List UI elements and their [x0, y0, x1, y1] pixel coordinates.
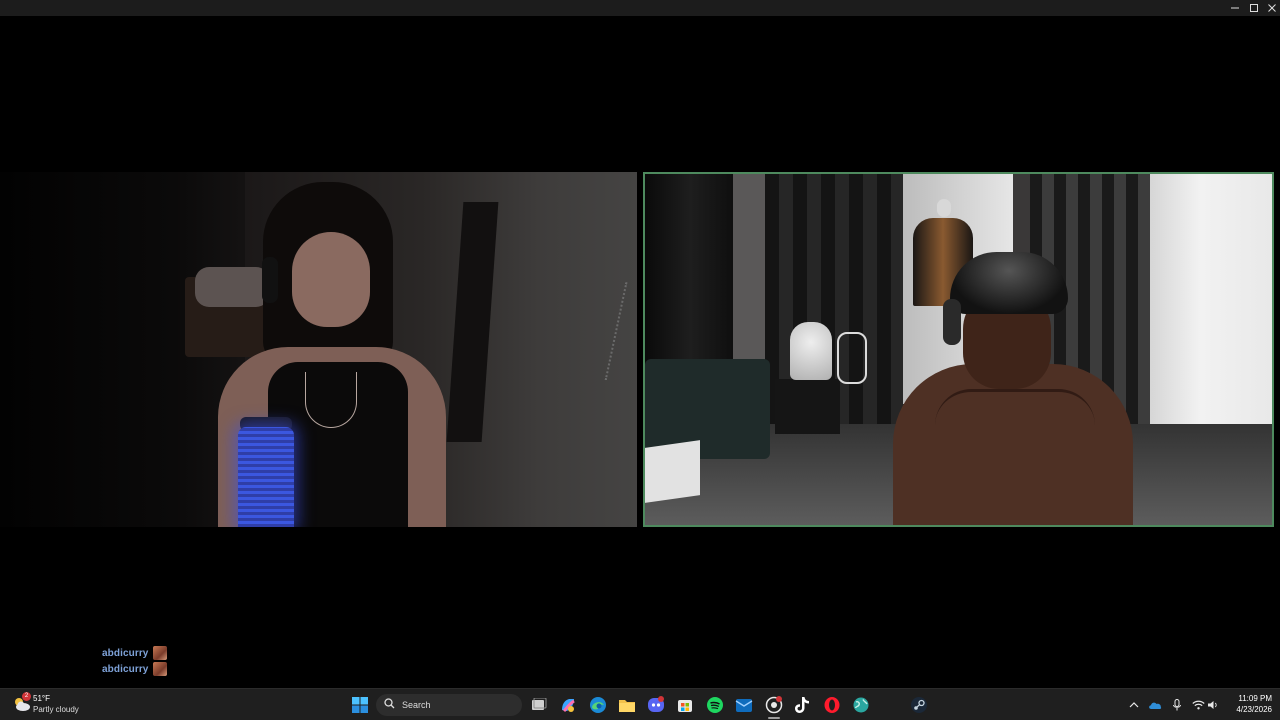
maximize-icon[interactable] [1244, 0, 1264, 16]
wifi-icon[interactable] [1190, 695, 1206, 715]
clock-time: 11:09 PM [1238, 694, 1272, 703]
chat-message: abdicurry [102, 645, 168, 661]
onedrive-icon[interactable] [1147, 695, 1163, 715]
window-titlebar [0, 0, 1280, 16]
background-bust [790, 322, 832, 380]
background-table [775, 379, 840, 434]
participant-necklace [305, 372, 357, 428]
weather-cloud-icon: 2 [12, 692, 32, 714]
spotify-icon[interactable] [705, 695, 725, 715]
chat-message: abdicurry [102, 661, 168, 677]
volume-icon[interactable] [1206, 695, 1220, 715]
background-skeleton [837, 332, 867, 384]
taskbar-search-box[interactable]: Search [376, 694, 522, 716]
emote-icon [153, 662, 168, 676]
browser-active-icon[interactable] [764, 695, 784, 715]
chat-username[interactable]: abdicurry [102, 648, 148, 659]
minimize-icon[interactable] [1225, 0, 1245, 16]
opera-icon[interactable] [822, 695, 842, 715]
background-skull [937, 199, 951, 217]
microsoft-store-icon[interactable] [675, 695, 695, 715]
video-tile-left[interactable] [0, 172, 637, 527]
background-box [645, 440, 700, 503]
steam-icon[interactable] [909, 695, 929, 715]
background-curtain [645, 174, 735, 374]
background-blanket [195, 267, 270, 307]
search-icon [384, 696, 395, 714]
copilot-icon[interactable] [558, 695, 578, 715]
taskbar-clock[interactable]: 11:09 PM 4/23/2026 [1236, 693, 1272, 715]
participant-face [292, 232, 370, 327]
participant-tattoo [935, 389, 1095, 462]
weather-badge: 2 [22, 692, 31, 701]
participant-durag [950, 252, 1068, 314]
outlook-icon[interactable] [734, 695, 754, 715]
video-tile-right-active[interactable] [643, 172, 1274, 527]
chat-username[interactable]: abdicurry [102, 664, 148, 675]
microphone-light [238, 427, 294, 527]
edge-icon[interactable] [588, 695, 608, 715]
chat-overlay: abdicurry abdicurry [102, 645, 168, 677]
background-bed [645, 359, 770, 459]
tiktok-icon[interactable] [792, 695, 812, 715]
task-view-icon[interactable] [529, 695, 549, 715]
file-explorer-icon[interactable] [617, 695, 637, 715]
headphones-icon [943, 299, 961, 345]
clock-date: 4/23/2026 [1236, 705, 1272, 714]
windows-start-icon[interactable] [350, 695, 370, 715]
search-label: Search [402, 700, 431, 710]
headphones-icon [262, 257, 278, 303]
active-app-indicator [768, 717, 780, 719]
web-globe-icon[interactable] [851, 695, 871, 715]
close-icon[interactable] [1262, 0, 1280, 16]
chevron-up-icon[interactable] [1127, 695, 1141, 715]
emote-icon [153, 646, 168, 660]
discord-icon[interactable] [646, 695, 666, 715]
weather-widget[interactable]: 2 51°F Partly cloudy [12, 692, 79, 715]
taskbar: 2 51°F Partly cloudy Search 11:09 PM 4/2… [0, 688, 1280, 720]
weather-temperature: 51°F [33, 694, 50, 703]
weather-description: Partly cloudy [33, 705, 79, 714]
microphone-icon[interactable] [1170, 695, 1184, 715]
